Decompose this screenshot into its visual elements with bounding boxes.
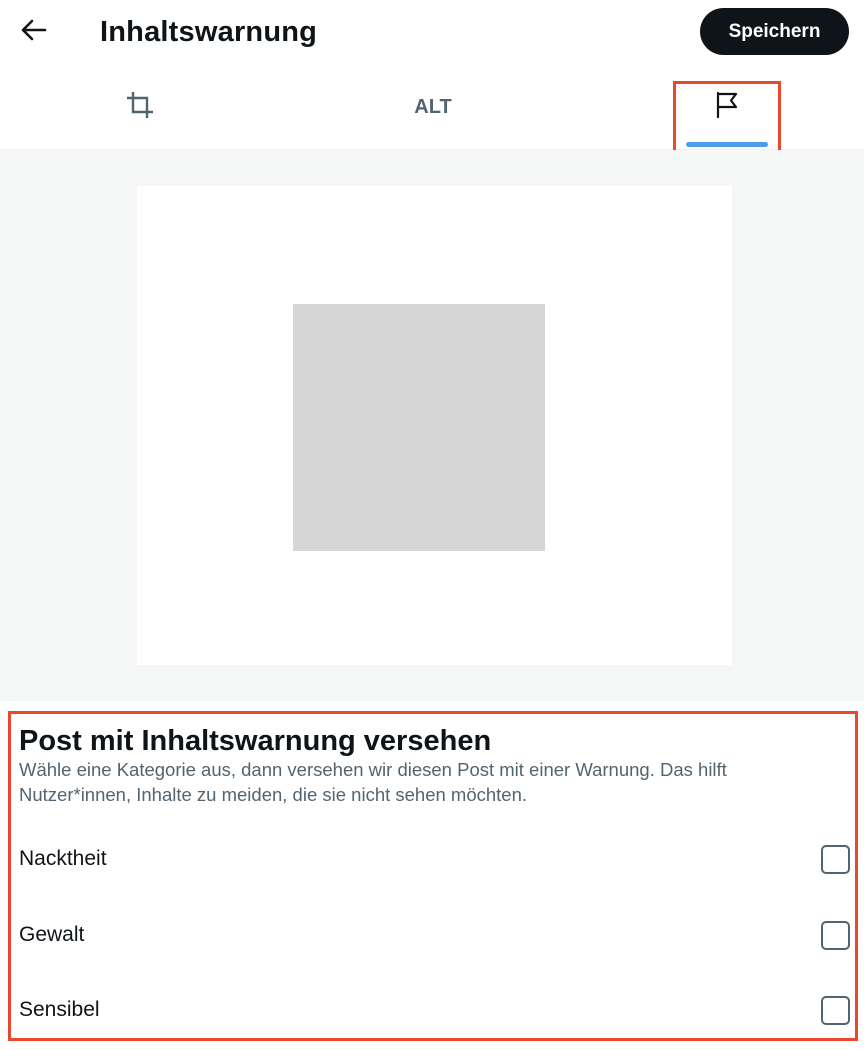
page-title: Inhaltswarnung — [100, 16, 318, 48]
section-heading: Post mit Inhaltswarnung versehen — [19, 725, 492, 757]
option-checkbox[interactable] — [821, 996, 850, 1025]
tab-crop[interactable] — [100, 64, 180, 150]
content-warning-section: Post mit Inhaltswarnung versehen Wähle e… — [8, 711, 858, 1041]
option-checkbox[interactable] — [821, 921, 850, 950]
option-label: Nacktheit — [19, 847, 107, 870]
save-button[interactable]: Speichern — [700, 8, 849, 55]
media-edit-tabs: ALT — [0, 64, 864, 150]
tab-content-warning[interactable] — [686, 64, 768, 150]
option-violence[interactable]: Gewalt — [11, 905, 855, 965]
media-preview-area — [0, 150, 864, 701]
back-button[interactable] — [14, 12, 54, 52]
media-preview-card — [137, 186, 732, 665]
option-sensitive[interactable]: Sensibel — [11, 980, 855, 1040]
content-warning-editor: Inhaltswarnung Speichern ALT Post mit In… — [0, 0, 864, 1050]
arrow-left-icon — [21, 19, 47, 46]
header: Inhaltswarnung Speichern — [0, 0, 864, 64]
selected-tab-indicator — [686, 142, 768, 147]
tab-alt[interactable]: ALT — [390, 64, 476, 150]
flag-icon — [714, 91, 740, 124]
section-description: Wähle eine Kategorie aus, dann versehen … — [19, 759, 727, 805]
option-label: Sensibel — [19, 998, 100, 1021]
option-nudity[interactable]: Nacktheit — [11, 829, 855, 889]
option-label: Gewalt — [19, 923, 85, 946]
crop-icon — [126, 91, 154, 123]
option-checkbox[interactable] — [821, 845, 850, 874]
media-thumbnail — [293, 304, 545, 551]
